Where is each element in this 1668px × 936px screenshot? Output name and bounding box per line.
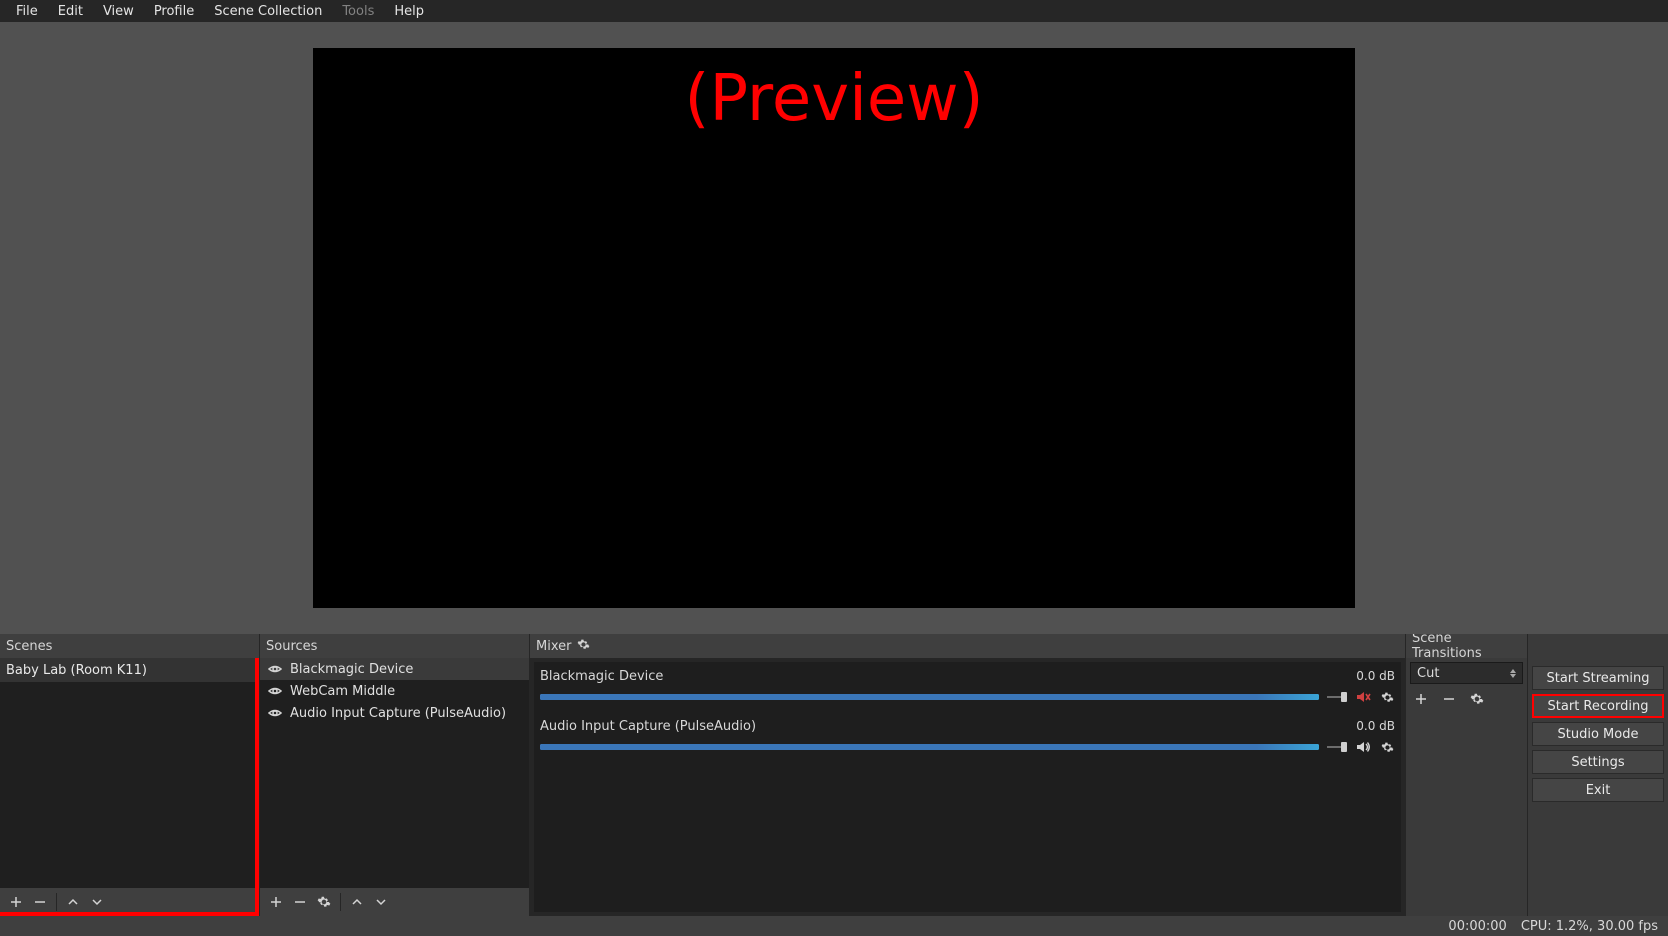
transitions-header: Scene Transitions [1406, 634, 1527, 658]
transition-selected: Cut [1417, 666, 1439, 681]
source-item[interactable]: Blackmagic Device [260, 658, 529, 680]
mixer-settings-icon[interactable] [577, 638, 590, 655]
mixer-channel-name: Blackmagic Device [540, 669, 663, 684]
settings-button[interactable]: Settings [1532, 750, 1664, 774]
mixer-channel-db: 0.0 dB [1356, 719, 1395, 733]
transition-properties-button[interactable] [1466, 688, 1488, 710]
menu-file[interactable]: File [6, 2, 48, 21]
start-recording-button[interactable]: Start Recording [1532, 694, 1664, 718]
status-time: 00:00:00 [1448, 919, 1506, 934]
source-properties-button[interactable] [312, 891, 336, 913]
scene-move-down-button[interactable] [85, 891, 109, 913]
scene-move-up-button[interactable] [61, 891, 85, 913]
mixer-meter [540, 694, 1319, 700]
mixer-meter [540, 744, 1319, 750]
mixer-channel-name: Audio Input Capture (PulseAudio) [540, 719, 756, 734]
start-streaming-button[interactable]: Start Streaming [1532, 666, 1664, 690]
transition-add-button[interactable] [1410, 688, 1432, 710]
exit-button[interactable]: Exit [1532, 778, 1664, 802]
menu-view[interactable]: View [93, 2, 144, 21]
controls-panel: Start Streaming Start Recording Studio M… [1528, 634, 1668, 916]
source-add-button[interactable] [264, 891, 288, 913]
menu-profile[interactable]: Profile [144, 2, 204, 21]
menu-edit[interactable]: Edit [48, 2, 93, 21]
eye-icon[interactable] [268, 706, 282, 720]
menu-tools[interactable]: Tools [332, 2, 384, 21]
mixer-panel: Mixer Blackmagic Device 0.0 dB [530, 634, 1406, 916]
scenes-title: Scenes [6, 639, 52, 654]
source-move-down-button[interactable] [369, 891, 393, 913]
source-label: WebCam Middle [290, 684, 395, 699]
studio-mode-button[interactable]: Studio Mode [1532, 722, 1664, 746]
speaker-icon[interactable] [1355, 740, 1371, 754]
mixer-volume-slider[interactable] [1327, 742, 1347, 752]
menu-help[interactable]: Help [384, 2, 434, 21]
scenes-panel: Scenes Baby Lab (Room K11) [0, 634, 260, 916]
statusbar: 00:00:00 CPU: 1.2%, 30.00 fps [0, 916, 1668, 936]
mixer-channel: Blackmagic Device 0.0 dB [540, 666, 1395, 708]
transition-select[interactable]: Cut [1410, 662, 1523, 684]
mixer-channel-settings-icon[interactable] [1379, 691, 1395, 704]
transition-remove-button[interactable] [1438, 688, 1460, 710]
annotation-preview: (Preview) [684, 62, 983, 136]
eye-icon[interactable] [268, 684, 282, 698]
menubar: File Edit View Profile Scene Collection … [0, 0, 1668, 22]
mixer-header: Mixer [530, 634, 1405, 658]
source-remove-button[interactable] [288, 891, 312, 913]
sources-title: Sources [266, 639, 317, 654]
status-cpu-fps: CPU: 1.2%, 30.00 fps [1521, 919, 1658, 934]
scene-remove-button[interactable] [28, 891, 52, 913]
spinner-icon [1510, 669, 1516, 678]
mixer-title: Mixer [536, 639, 571, 654]
scene-item[interactable]: Baby Lab (Room K11) [0, 658, 259, 682]
scene-add-button[interactable] [4, 891, 28, 913]
preview-area: (Preview) [0, 22, 1668, 634]
source-move-up-button[interactable] [345, 891, 369, 913]
transitions-panel: Scene Transitions Cut [1406, 634, 1528, 916]
mixer-channel-settings-icon[interactable] [1379, 741, 1395, 754]
source-label: Blackmagic Device [290, 662, 413, 677]
preview-canvas[interactable]: (Preview) [313, 48, 1355, 608]
source-label: Audio Input Capture (PulseAudio) [290, 706, 506, 721]
menu-scene-collection[interactable]: Scene Collection [204, 2, 332, 21]
eye-icon[interactable] [268, 662, 282, 676]
mixer-channel-db: 0.0 dB [1356, 669, 1395, 683]
sources-header: Sources [260, 634, 529, 658]
sources-panel: Sources Blackmagic Device WebCam Middle … [260, 634, 530, 916]
source-item[interactable]: WebCam Middle [260, 680, 529, 702]
mixer-volume-slider[interactable] [1327, 692, 1347, 702]
source-item[interactable]: Audio Input Capture (PulseAudio) [260, 702, 529, 724]
transitions-title: Scene Transitions [1412, 634, 1521, 661]
scenes-header: Scenes [0, 634, 259, 658]
speaker-muted-icon[interactable] [1355, 690, 1371, 704]
mixer-channel: Audio Input Capture (PulseAudio) 0.0 dB [540, 716, 1395, 758]
